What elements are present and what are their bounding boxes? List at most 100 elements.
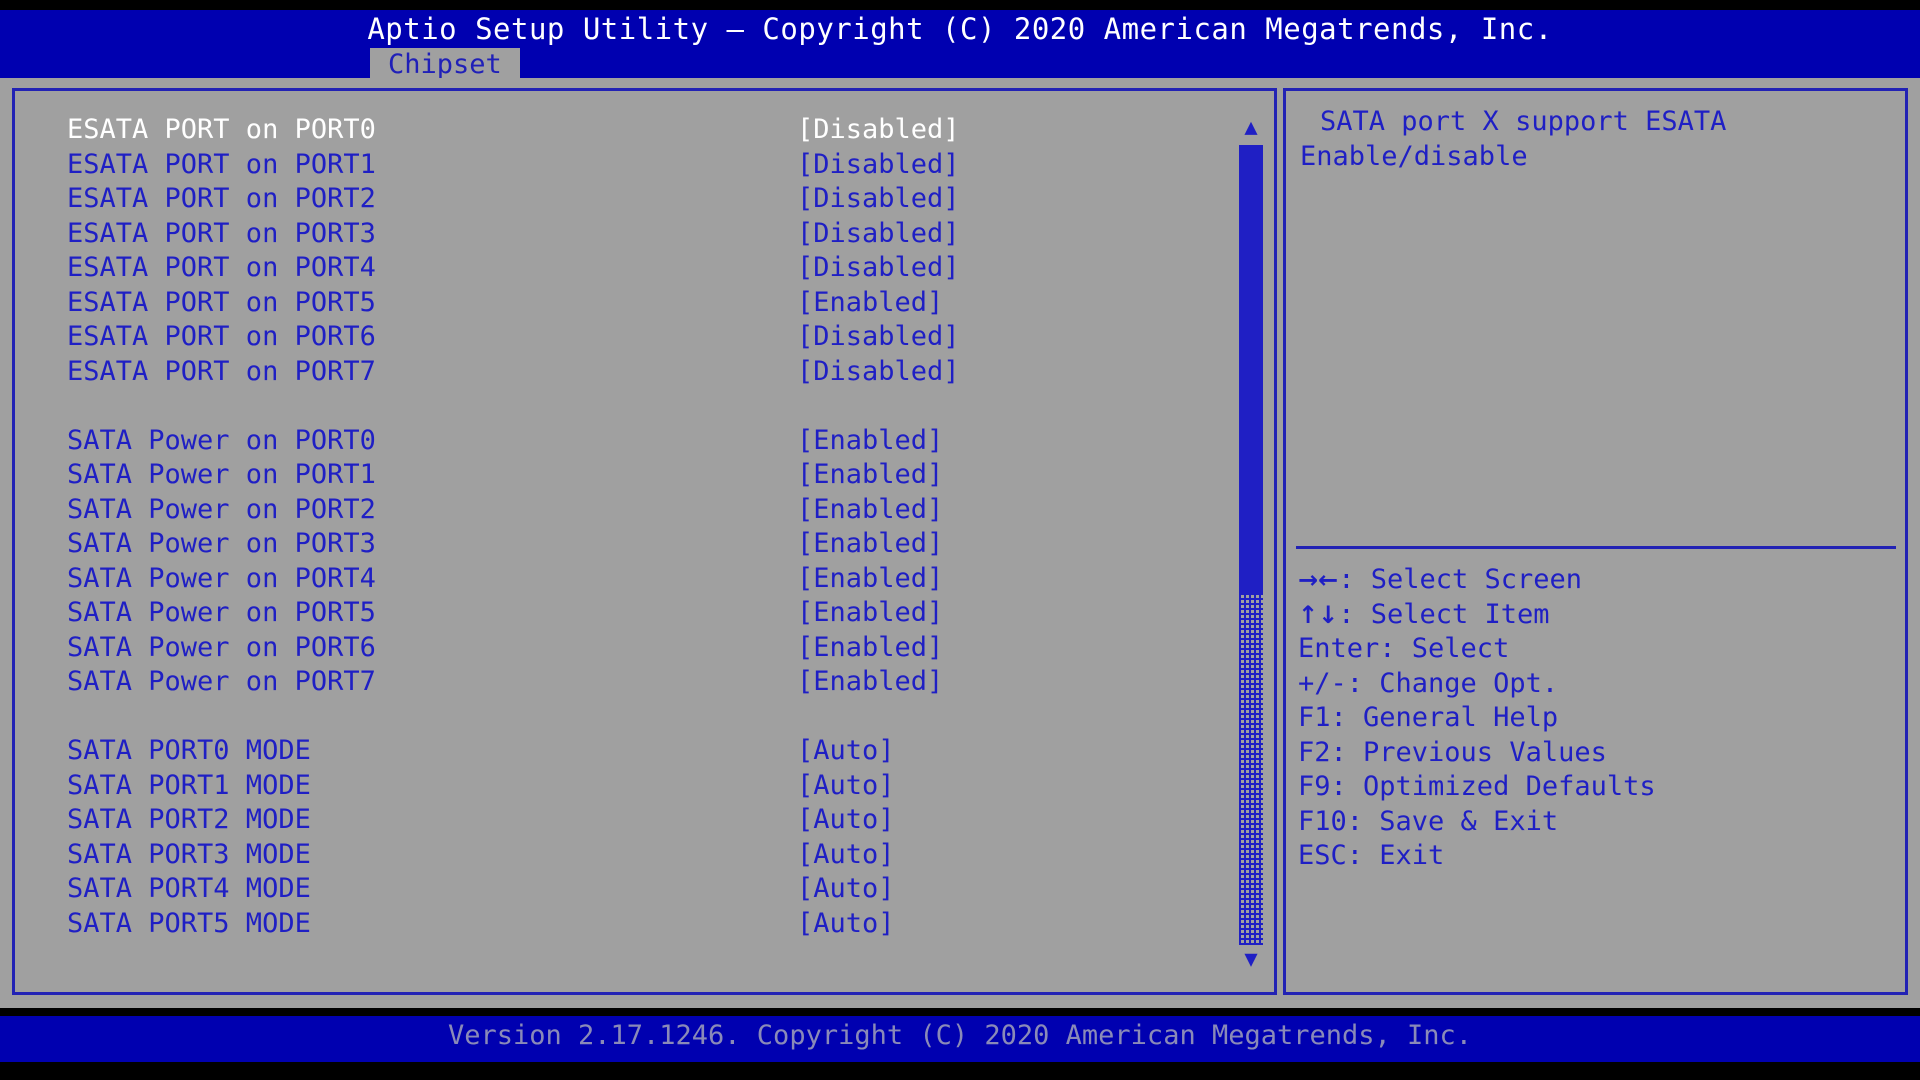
legend-line: F9: Optimized Defaults xyxy=(1298,770,1898,805)
option-label: ESATA PORT on PORT4 xyxy=(67,252,376,283)
page-title: Aptio Setup Utility – Copyright (C) 2020… xyxy=(367,12,1553,46)
version-text: Version 2.17.1246. Copyright (C) 2020 Am… xyxy=(447,1020,1473,1051)
options-panel: ESATA PORT on PORT0 [Disabled] ESATA PORT … xyxy=(12,88,1277,995)
key-legend: →←: Select Screen ↑↓: Select Item Enter: S… xyxy=(1298,563,1898,874)
option-label: SATA PORT5 MODE xyxy=(67,907,311,939)
legend-label: Enter: Select xyxy=(1298,633,1510,664)
legend-key-icon: →← xyxy=(1298,566,1339,594)
legend-line: F2: Previous Values xyxy=(1298,736,1898,771)
option-label: SATA PORT3 MODE xyxy=(67,838,311,870)
legend-key-icon: ↑↓ xyxy=(1298,600,1339,629)
option-row[interactable]: SATA PORT4 MODE [Auto] xyxy=(55,872,1235,907)
option-value[interactable]: [Enabled] xyxy=(797,458,943,493)
option-row[interactable]: SATA Power on PORT1 [Enabled] xyxy=(55,458,1235,493)
option-label: ESATA PORT on PORT2 xyxy=(67,183,376,214)
legend-label: F9: Optimized Defaults xyxy=(1298,771,1656,802)
option-label: SATA Power on PORT6 xyxy=(67,631,376,663)
footer-bar: Version 2.17.1246. Copyright (C) 2020 Am… xyxy=(0,1016,1920,1062)
tab-label: Chipset xyxy=(388,49,502,80)
option-row[interactable]: ESATA PORT on PORT3 [Disabled] xyxy=(55,217,1235,252)
legend-label: : Select Screen xyxy=(1338,564,1583,595)
option-label: SATA Power on PORT4 xyxy=(67,562,376,594)
legend-line: ESC: Exit xyxy=(1298,839,1898,874)
option-row[interactable]: SATA PORT2 MODE [Auto] xyxy=(55,803,1235,838)
option-value[interactable]: [Auto] xyxy=(797,803,895,838)
option-value[interactable]: [Enabled] xyxy=(797,562,943,597)
option-value[interactable]: [Disabled] xyxy=(797,355,960,390)
option-label: ESATA PORT on PORT0 xyxy=(67,114,376,145)
option-label: SATA PORT0 MODE xyxy=(67,735,311,766)
option-row[interactable]: ESATA PORT on PORT0 [Disabled] xyxy=(55,113,1235,148)
option-value[interactable]: [Enabled] xyxy=(797,596,943,631)
legend-line: Enter: Select xyxy=(1298,632,1898,667)
option-row[interactable]: ESATA PORT on PORT1 [Disabled] xyxy=(55,148,1235,183)
scrollbar-track[interactable] xyxy=(1239,145,1263,945)
scroll-down-arrow-icon[interactable]: ▼ xyxy=(1238,949,1264,971)
option-label: ESATA PORT on PORT7 xyxy=(67,355,376,387)
options-list: ESATA PORT on PORT0 [Disabled] ESATA PORT … xyxy=(55,113,1235,941)
option-label: ESATA PORT on PORT5 xyxy=(67,286,376,318)
option-value[interactable]: [Disabled] xyxy=(797,182,960,217)
option-value[interactable]: [Enabled] xyxy=(797,527,943,562)
option-value[interactable]: [Enabled] xyxy=(797,493,943,528)
legend-line: ↑↓: Select Item xyxy=(1298,598,1898,633)
legend-label: +/-: Change Opt. xyxy=(1298,667,1559,699)
option-row[interactable]: SATA PORT3 MODE [Auto] xyxy=(55,838,1235,873)
help-panel: SATA port X support ESATA Enable/disable … xyxy=(1283,88,1908,995)
option-row[interactable]: SATA PORT1 MODE [Auto] xyxy=(55,769,1235,804)
option-label: SATA Power on PORT1 xyxy=(67,459,376,490)
help-text: SATA port X support ESATA Enable/disable xyxy=(1300,105,1896,174)
legend-label: ESC: Exit xyxy=(1298,840,1445,871)
option-label: ESATA PORT on PORT6 xyxy=(67,321,376,352)
option-row[interactable]: SATA Power on PORT3 [Enabled] xyxy=(55,527,1235,562)
option-label: SATA Power on PORT3 xyxy=(67,528,376,559)
option-value[interactable]: [Enabled] xyxy=(797,665,943,700)
option-row[interactable]: ESATA PORT on PORT6 [Disabled] xyxy=(55,320,1235,355)
option-row[interactable]: SATA PORT0 MODE [Auto] xyxy=(55,734,1235,769)
legend-line: F1: General Help xyxy=(1298,701,1898,736)
option-row[interactable]: SATA PORT5 MODE [Auto] xyxy=(55,907,1235,942)
tab-chipset[interactable]: Chipset xyxy=(370,48,520,82)
option-row[interactable]: ESATA PORT on PORT4 [Disabled] xyxy=(55,251,1235,286)
legend-line: →←: Select Screen xyxy=(1298,563,1898,598)
option-row[interactable]: ESATA PORT on PORT5 [Enabled] xyxy=(55,286,1235,321)
legend-line: F10: Save & Exit xyxy=(1298,805,1898,840)
bios-setup-screen: Aptio Setup Utility – Copyright (C) 2020… xyxy=(0,0,1920,1080)
option-row[interactable]: SATA Power on PORT7 [Enabled] xyxy=(55,665,1235,700)
option-value[interactable]: [Disabled] xyxy=(797,320,960,355)
option-spacer xyxy=(55,700,1235,735)
legend-label: F1: General Help xyxy=(1298,702,1559,733)
option-value[interactable]: [Auto] xyxy=(797,769,895,804)
option-row[interactable]: ESATA PORT on PORT7 [Disabled] xyxy=(55,355,1235,390)
option-value[interactable]: [Enabled] xyxy=(797,424,943,459)
option-label: ESATA PORT on PORT3 xyxy=(67,217,376,249)
option-value[interactable]: [Disabled] xyxy=(797,217,960,252)
scrollbar-thumb[interactable] xyxy=(1239,145,1263,593)
option-value[interactable]: [Auto] xyxy=(797,838,895,873)
option-value[interactable]: [Auto] xyxy=(797,872,895,907)
option-spacer xyxy=(55,389,1235,424)
option-value[interactable]: [Disabled] xyxy=(797,148,960,183)
scroll-up-arrow-icon[interactable]: ▲ xyxy=(1238,117,1264,139)
option-value[interactable]: [Enabled] xyxy=(797,286,943,321)
option-value[interactable]: [Enabled] xyxy=(797,631,943,666)
header-bar: Aptio Setup Utility – Copyright (C) 2020… xyxy=(0,10,1920,82)
option-row[interactable]: SATA Power on PORT2 [Enabled] xyxy=(55,493,1235,528)
option-value[interactable]: [Auto] xyxy=(797,907,895,942)
option-row[interactable]: SATA Power on PORT0 [Enabled] xyxy=(55,424,1235,459)
option-label: SATA PORT1 MODE xyxy=(67,769,311,801)
option-value[interactable]: [Auto] xyxy=(797,734,895,769)
option-value[interactable]: [Disabled] xyxy=(797,251,960,286)
option-label: SATA Power on PORT2 xyxy=(67,493,376,525)
option-row[interactable]: SATA Power on PORT4 [Enabled] xyxy=(55,562,1235,597)
option-row[interactable]: SATA Power on PORT5 [Enabled] xyxy=(55,596,1235,631)
legend-label: : Select Item xyxy=(1338,598,1550,630)
option-label: SATA Power on PORT5 xyxy=(67,597,376,628)
help-line: Enable/disable xyxy=(1300,140,1528,172)
legend-line: +/-: Change Opt. xyxy=(1298,667,1898,702)
option-row[interactable]: SATA Power on PORT6 [Enabled] xyxy=(55,631,1235,666)
scrollbar[interactable]: ▲ ▼ xyxy=(1236,111,1266,973)
option-row[interactable]: ESATA PORT on PORT2 [Disabled] xyxy=(55,182,1235,217)
tab-strip: Chipset xyxy=(0,48,1920,82)
option-value[interactable]: [Disabled] xyxy=(797,113,960,148)
